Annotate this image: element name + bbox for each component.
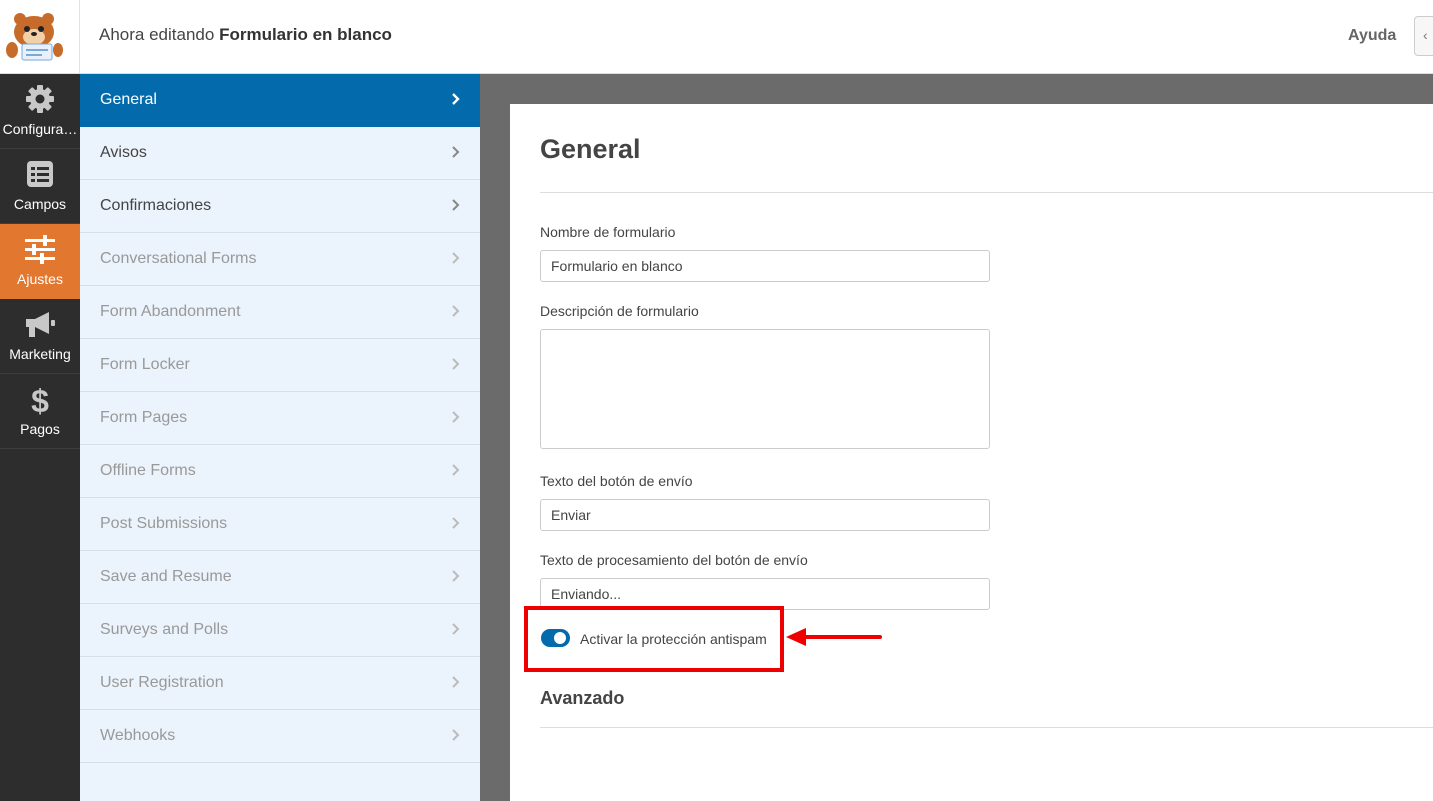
nav-item-label: Avisos: [100, 144, 147, 161]
settings-nav-item-offline-forms[interactable]: Offline Forms: [80, 445, 480, 498]
rail-item-label: Configura…: [2, 121, 78, 137]
nav-item-label: Offline Forms: [100, 462, 196, 479]
help-link[interactable]: Ayuda: [1348, 27, 1396, 45]
chevron-right-icon: [452, 464, 460, 476]
rail-item-marketing[interactable]: Marketing: [0, 299, 80, 374]
chevron-right-icon: [452, 411, 460, 423]
settings-nav-item-post-submissions[interactable]: Post Submissions: [80, 498, 480, 551]
editing-title: Ahora editando Formulario en blanco: [99, 25, 392, 45]
settings-nav-item-webhooks[interactable]: Webhooks: [80, 710, 480, 763]
annotation-highlight-box: [524, 606, 784, 672]
chevron-right-icon: [452, 358, 460, 370]
annotation-arrow-icon: [786, 628, 882, 646]
rail-item-setup[interactable]: Configura…: [0, 74, 80, 149]
nav-item-label: Confirmaciones: [100, 197, 212, 214]
svg-text:$: $: [31, 384, 49, 416]
settings-nav-item-confirmations[interactable]: Confirmaciones: [80, 180, 480, 233]
settings-nav-item-general[interactable]: General: [80, 74, 480, 127]
settings-nav: General Avisos Confirmaciones Conversati…: [80, 74, 480, 801]
nav-item-label: Save and Resume: [100, 568, 232, 585]
rail-item-payments[interactable]: $ Pagos: [0, 374, 80, 449]
chevron-right-icon: [452, 676, 460, 688]
top-bar: Ahora editando Formulario en blanco Ayud…: [0, 0, 1433, 74]
form-description-textarea[interactable]: [540, 329, 990, 449]
sliders-icon: [0, 234, 80, 266]
settings-nav-item-surveys-and-polls[interactable]: Surveys and Polls: [80, 604, 480, 657]
advanced-section-title: Avanzado: [540, 688, 625, 708]
rail-item-label: Pagos: [20, 421, 60, 437]
chevron-right-icon: [452, 623, 460, 635]
form-name-heading: Formulario en blanco: [219, 25, 392, 44]
settings-nav-item-conversational-forms[interactable]: Conversational Forms: [80, 233, 480, 286]
form-name-input[interactable]: [540, 250, 990, 282]
chevron-right-icon: [452, 517, 460, 529]
editing-prefix: Ahora editando: [99, 25, 215, 44]
nav-item-label: Form Locker: [100, 356, 190, 373]
settings-nav-item-save-and-resume[interactable]: Save and Resume: [80, 551, 480, 604]
gear-icon: [0, 84, 80, 116]
back-button[interactable]: ‹: [1414, 16, 1433, 56]
nav-item-label: Form Pages: [100, 409, 188, 426]
nav-item-label: Surveys and Polls: [100, 621, 229, 638]
submit-text-label: Texto del botón de envío: [540, 473, 693, 489]
nav-item-label: General: [100, 91, 157, 108]
settings-nav-item-form-pages[interactable]: Form Pages: [80, 392, 480, 445]
nav-item-label: Conversational Forms: [100, 250, 257, 267]
builder-sidebar: Configura… Campos Ajustes Marketing $ Pa…: [0, 74, 80, 801]
chevron-right-icon: [452, 199, 460, 211]
nav-item-label: User Registration: [100, 674, 224, 691]
chevron-left-icon: ‹: [1423, 27, 1428, 43]
panel-title: General: [540, 134, 641, 164]
rail-item-settings[interactable]: Ajustes: [0, 224, 80, 299]
nav-item-label: Post Submissions: [100, 515, 228, 532]
chevron-right-icon: [452, 146, 460, 158]
rail-item-label: Ajustes: [17, 271, 63, 287]
title-divider: [540, 192, 1433, 193]
rail-item-fields[interactable]: Campos: [0, 149, 80, 224]
settings-nav-item-form-abandonment[interactable]: Form Abandonment: [80, 286, 480, 339]
megaphone-icon: [0, 309, 80, 341]
rail-item-label: Marketing: [9, 346, 71, 362]
processing-text-label: Texto de procesamiento del botón de enví…: [540, 552, 808, 568]
settings-nav-item-user-registration[interactable]: User Registration: [80, 657, 480, 710]
wpforms-logo[interactable]: [0, 0, 80, 74]
chevron-right-icon: [452, 93, 460, 105]
advanced-divider: [540, 727, 1433, 728]
settings-nav-item-notifications[interactable]: Avisos: [80, 127, 480, 180]
list-icon: [0, 159, 80, 191]
settings-panel: [510, 104, 1433, 801]
form-description-label: Descripción de formulario: [540, 303, 699, 319]
submit-text-input[interactable]: [540, 499, 990, 531]
chevron-right-icon: [452, 252, 460, 264]
chevron-right-icon: [452, 729, 460, 741]
bear-mascot-icon: [6, 13, 63, 61]
chevron-right-icon: [452, 305, 460, 317]
form-name-label: Nombre de formulario: [540, 224, 676, 240]
rail-item-label: Campos: [13, 196, 67, 212]
settings-nav-item-form-locker[interactable]: Form Locker: [80, 339, 480, 392]
dollar-icon: $: [0, 384, 80, 416]
chevron-right-icon: [452, 570, 460, 582]
nav-item-label: Form Abandonment: [100, 303, 241, 320]
nav-item-label: Webhooks: [100, 727, 176, 744]
